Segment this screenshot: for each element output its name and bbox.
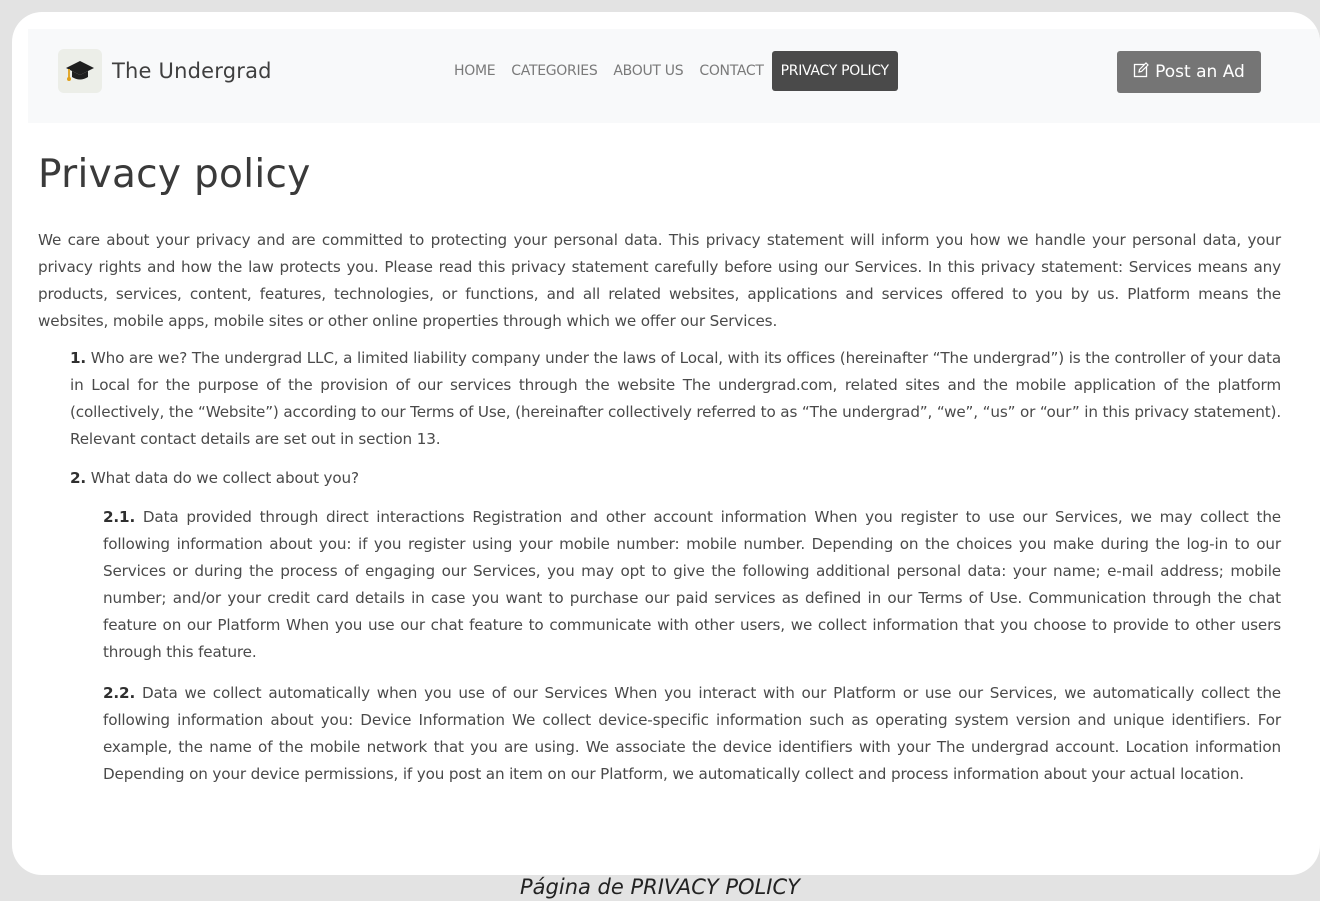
nav-home[interactable]: HOME (446, 51, 503, 91)
browser-frame: The Undergrad HOME CATEGORIES ABOUT US C… (12, 12, 1320, 875)
section-text: Data we collect automatically when you u… (103, 684, 1281, 783)
figure-caption: Página de PRIVACY POLICY (520, 875, 800, 899)
section-2-2: 2.2. Data we collect automatically when … (103, 680, 1281, 788)
nav-about-us[interactable]: ABOUT US (605, 51, 691, 91)
edit-icon (1133, 61, 1149, 83)
section-number: 2. (70, 469, 87, 487)
post-ad-button[interactable]: Post an Ad (1117, 51, 1261, 93)
post-ad-label: Post an Ad (1155, 62, 1245, 82)
page-content: Privacy policy We care about your privac… (38, 152, 1281, 788)
nav-privacy-policy[interactable]: PRIVACY POLICY (771, 51, 898, 91)
navbar: The Undergrad HOME CATEGORIES ABOUT US C… (28, 29, 1320, 123)
brand[interactable]: The Undergrad (58, 49, 272, 93)
section-number: 2.2. (103, 684, 136, 702)
section-number: 2.1. (103, 508, 136, 526)
intro-paragraph: We care about your privacy and are commi… (38, 231, 1281, 330)
section-text: What data do we collect about you? (86, 469, 359, 487)
section-number: 1. (70, 349, 87, 367)
section-1: 1. Who are we? The undergrad LLC, a limi… (70, 345, 1281, 453)
main-nav: HOME CATEGORIES ABOUT US CONTACT PRIVACY… (446, 51, 898, 91)
nav-categories[interactable]: CATEGORIES (503, 51, 605, 91)
section-text: Data provided through direct interaction… (103, 508, 1281, 661)
section-2: 2. What data do we collect about you? (70, 465, 1281, 492)
section-text: Who are we? The undergrad LLC, a limited… (70, 349, 1281, 448)
page-title: Privacy policy (38, 152, 311, 197)
section-2-1: 2.1. Data provided through direct intera… (103, 504, 1281, 666)
nav-contact[interactable]: CONTACT (691, 51, 771, 91)
brand-name: The Undergrad (112, 59, 272, 83)
graduation-cap-icon (58, 49, 102, 93)
